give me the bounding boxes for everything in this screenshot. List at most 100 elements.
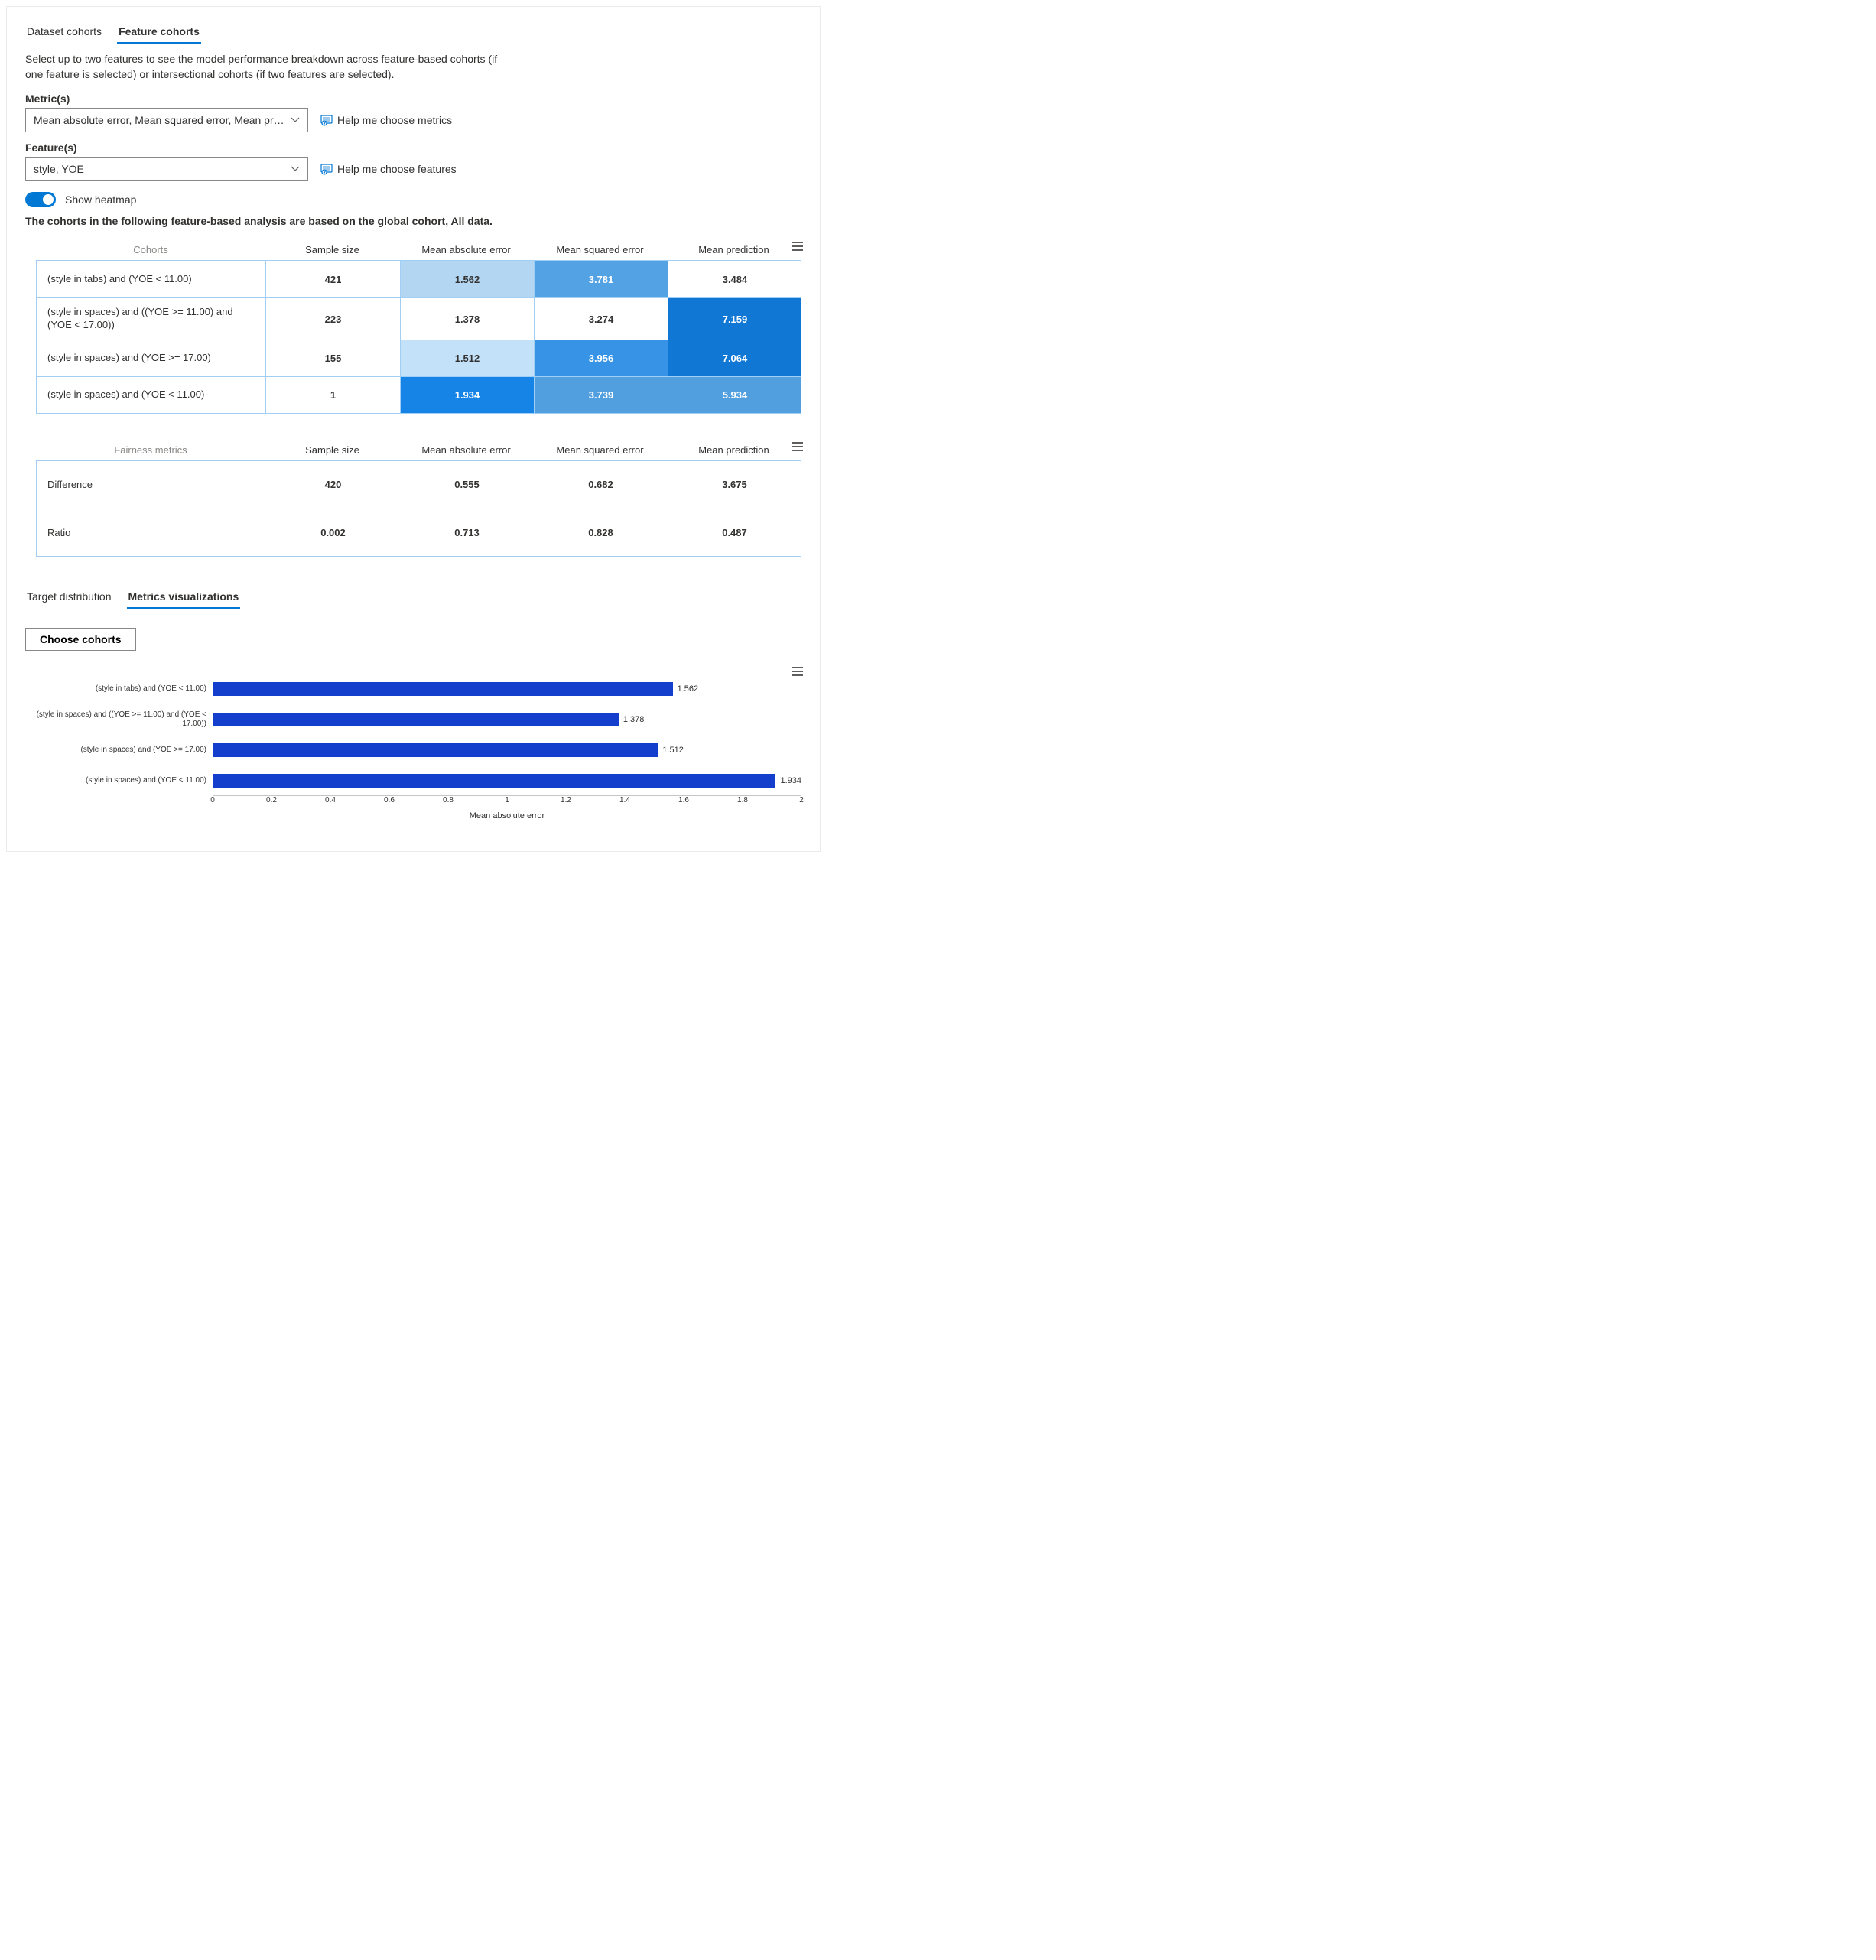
tab-dataset-cohorts[interactable]: Dataset cohorts xyxy=(25,22,103,44)
bar xyxy=(213,774,775,788)
cohort-label: (style in spaces) and (YOE >= 17.00) xyxy=(37,340,266,376)
cohort-label: (style in tabs) and (YOE < 11.00) xyxy=(37,261,266,297)
chart-x-axis-title: Mean absolute error xyxy=(213,811,801,821)
fairness-cell: 0.713 xyxy=(400,509,534,556)
choose-cohorts-button[interactable]: Choose cohorts xyxy=(25,628,136,651)
metrics-label: Metric(s) xyxy=(25,93,801,105)
cohorts-table-col-3: Mean prediction xyxy=(667,244,801,255)
bar-row: 1.562 xyxy=(213,674,801,704)
tab-feature-cohorts[interactable]: Feature cohorts xyxy=(117,22,201,44)
cohorts-table-label-header: Cohorts xyxy=(36,244,265,255)
heatmap-cell: 5.934 xyxy=(668,377,801,413)
lower-section: Target distribution Metrics visualizatio… xyxy=(25,587,801,821)
bar xyxy=(213,743,658,757)
cohort-label: (style in spaces) and (YOE < 11.00) xyxy=(37,377,266,413)
fairness-cell: 3.675 xyxy=(668,461,801,509)
bar-value-label: 1.562 xyxy=(678,684,699,694)
heatmap-toggle[interactable] xyxy=(25,192,56,207)
chart-category-label: (style in spaces) and (YOE < 11.00) xyxy=(25,765,213,796)
axis-tick: 1.8 xyxy=(737,796,748,804)
table-row: Difference4200.5550.6823.675 xyxy=(37,461,801,509)
heatmap-cell: 1 xyxy=(266,377,400,413)
axis-tick: 0.4 xyxy=(325,796,336,804)
fairness-label: Difference xyxy=(37,461,266,509)
help-features-link[interactable]: Help me choose features xyxy=(320,163,457,175)
chart-plot: 1.562 1.378 1.512 1.934 0 0.2 0.4 0.6 0.8 1 1.2 1.… xyxy=(213,671,801,821)
fairness-table-col-3: Mean prediction xyxy=(667,444,801,456)
fairness-table-col-2: Mean squared error xyxy=(533,444,667,456)
bar-row: 1.934 xyxy=(213,765,801,796)
bar xyxy=(213,713,619,726)
features-help-icon xyxy=(320,163,333,175)
tab-metrics-visualizations[interactable]: Metrics visualizations xyxy=(127,587,241,609)
fairness-cell: 420 xyxy=(266,461,400,509)
axis-tick: 0.8 xyxy=(443,796,454,804)
fairness-cell: 0.487 xyxy=(668,509,801,556)
heatmap-cell: 155 xyxy=(266,340,400,376)
fairness-cell: 0.002 xyxy=(266,509,400,556)
bar-value-label: 1.512 xyxy=(662,746,684,755)
axis-tick: 0.6 xyxy=(384,796,395,804)
tab-target-distribution[interactable]: Target distribution xyxy=(25,587,113,609)
cohorts-table-col-0: Sample size xyxy=(265,244,399,255)
heatmap-cell: 1.562 xyxy=(400,261,534,297)
fairness-table-menu-icon[interactable] xyxy=(791,441,805,452)
lower-tabs: Target distribution Metrics visualizatio… xyxy=(25,587,801,609)
heatmap-cell: 7.159 xyxy=(668,298,801,340)
fairness-table-headers: Fairness metrics Sample size Mean absolu… xyxy=(36,444,801,460)
heatmap-cell: 1.512 xyxy=(400,340,534,376)
axis-tick: 0.2 xyxy=(266,796,277,804)
cohort-label: (style in spaces) and ((YOE >= 11.00) an… xyxy=(37,298,266,340)
heatmap-cell: 1.934 xyxy=(400,377,534,413)
chart-x-axis: 00.20.40.60.811.21.41.61.82 xyxy=(213,796,801,807)
fairness-table: Fairness metrics Sample size Mean absolu… xyxy=(36,444,801,557)
bar-row: 1.512 xyxy=(213,735,801,765)
features-dropdown[interactable]: style, YOE xyxy=(25,157,308,181)
help-features-text: Help me choose features xyxy=(337,163,457,175)
bar-value-label: 1.378 xyxy=(623,715,645,724)
fairness-table-col-0: Sample size xyxy=(265,444,399,456)
chart-category-label: (style in spaces) and ((YOE >= 11.00) an… xyxy=(25,704,213,735)
help-metrics-link[interactable]: Help me choose metrics xyxy=(320,114,452,126)
axis-tick: 1.6 xyxy=(678,796,689,804)
cohort-note: The cohorts in the following feature-bas… xyxy=(25,215,801,227)
chart-area: (style in tabs) and (YOE < 11.00)(style … xyxy=(25,671,801,821)
heatmap-cell: 3.956 xyxy=(534,340,668,376)
table-row: (style in spaces) and (YOE < 11.00)11.93… xyxy=(37,376,801,413)
chevron-down-icon xyxy=(291,164,300,174)
heatmap-cell: 3.739 xyxy=(534,377,668,413)
fairness-cell: 0.828 xyxy=(534,509,668,556)
chevron-down-icon xyxy=(291,115,300,125)
bar-chart: (style in tabs) and (YOE < 11.00)(style … xyxy=(25,671,801,821)
cohorts-table-col-2: Mean squared error xyxy=(533,244,667,255)
table-row: (style in spaces) and ((YOE >= 11.00) an… xyxy=(37,297,801,340)
help-metrics-text: Help me choose metrics xyxy=(337,114,452,126)
axis-tick: 1.4 xyxy=(619,796,630,804)
fairness-label: Ratio xyxy=(37,509,266,556)
table-row: Ratio0.0020.7130.8280.487 xyxy=(37,509,801,556)
chart-category-label: (style in tabs) and (YOE < 11.00) xyxy=(25,674,213,704)
metrics-field: Metric(s) Mean absolute error, Mean squa… xyxy=(25,93,801,132)
table-row: (style in tabs) and (YOE < 11.00)4211.56… xyxy=(37,261,801,297)
axis-tick: 1 xyxy=(505,796,509,804)
heatmap-cell: 421 xyxy=(266,261,400,297)
metrics-dropdown[interactable]: Mean absolute error, Mean squared error,… xyxy=(25,108,308,132)
bar-row: 1.378 xyxy=(213,704,801,735)
features-dropdown-value: style, YOE xyxy=(34,163,84,175)
axis-tick: 1.2 xyxy=(561,796,571,804)
heatmap-cell: 1.378 xyxy=(400,298,534,340)
heatmap-cell: 3.781 xyxy=(534,261,668,297)
bar-value-label: 1.934 xyxy=(780,776,801,785)
fairness-table-body: Difference4200.5550.6823.675Ratio0.0020.… xyxy=(36,460,801,557)
cohorts-table-menu-icon[interactable] xyxy=(791,241,805,252)
chart-category-label: (style in spaces) and (YOE >= 17.00) xyxy=(25,735,213,765)
fairness-cell: 0.555 xyxy=(400,461,534,509)
heatmap-cell: 3.274 xyxy=(534,298,668,340)
features-label: Feature(s) xyxy=(25,141,801,154)
panel-root: Dataset cohorts Feature cohorts Select u… xyxy=(6,6,821,852)
cohorts-table-headers: Cohorts Sample size Mean absolute error … xyxy=(36,244,801,260)
description-text: Select up to two features to see the mod… xyxy=(25,52,515,82)
axis-tick: 0 xyxy=(210,796,215,804)
fairness-table-label-header: Fairness metrics xyxy=(36,444,265,456)
features-field: Feature(s) style, YOE Help me choose xyxy=(25,141,801,181)
